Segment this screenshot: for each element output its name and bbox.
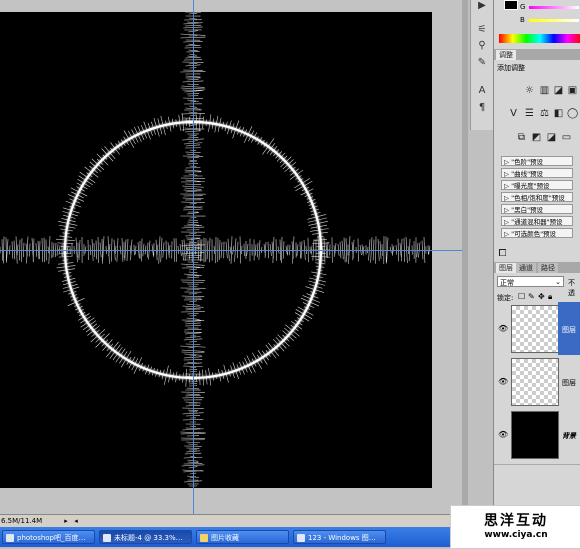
vibrance-icon[interactable]: V	[508, 108, 519, 119]
taskbar-item-photoshop[interactable]: 未标题-4 @ 33.3%…	[99, 530, 192, 544]
layers-panel-header: 图层 通道 路径	[494, 262, 580, 273]
tab-paths[interactable]: 路径	[538, 263, 558, 273]
photoshop-icon	[103, 534, 111, 542]
hue-saturation-icon[interactable]: ☰	[524, 108, 535, 119]
taskbar-item-folder[interactable]: 图片收藏	[196, 530, 289, 544]
eye-icon[interactable]: 👁︎	[498, 377, 508, 386]
status-bar: 6.5M/11.4M ▸ ◂	[0, 514, 462, 528]
taskbar-item-image-viewer[interactable]: 123 - Windows 图…	[293, 530, 386, 544]
g-channel-label: G	[520, 3, 525, 11]
layer-thumbnail	[511, 411, 559, 459]
play-icon[interactable]: ▶	[476, 0, 488, 12]
g-slider[interactable]	[529, 6, 579, 9]
preset-curves[interactable]: ▷ "曲线"预设	[501, 168, 573, 178]
blend-mode-value: 正常	[500, 278, 514, 288]
doc-size-readout: 6.5M/11.4M	[1, 517, 42, 525]
preset-label: "色相/饱和度"预设	[511, 194, 565, 202]
taskbar-item-browser[interactable]: photoshop吧_百度…	[2, 530, 95, 544]
adjustments-panel-header: 调整	[494, 49, 580, 60]
preset-hue-saturation[interactable]: ▷ "色相/饱和度"预设	[501, 192, 573, 202]
preset-label: "通道混和器"预设	[511, 218, 562, 226]
brightness-icon[interactable]: ☼	[524, 85, 535, 96]
watermark-url: www.ciya.cn	[451, 530, 580, 540]
lock-move-icon[interactable]: ✥	[538, 292, 545, 301]
gradient-map-icon[interactable]: ▭	[561, 132, 572, 143]
adjustments-title: 添加调整	[497, 63, 525, 73]
taskbar-item-label: 123 - Windows 图…	[308, 534, 376, 542]
color-balance-icon[interactable]: ⚖	[539, 108, 550, 119]
preset-black-white[interactable]: ▷ "黑白"预设	[501, 204, 573, 214]
ie-icon	[6, 534, 14, 542]
preset-label: "曲线"预设	[511, 170, 543, 178]
character-icon[interactable]: A	[476, 85, 488, 97]
layer-row[interactable]: 👁︎ 背景	[494, 408, 580, 465]
preset-levels[interactable]: ▷ "色阶"预设	[501, 156, 573, 166]
tab-adjustments[interactable]: 调整	[496, 50, 516, 60]
taskbar-item-label: 未标题-4 @ 33.3%…	[114, 534, 183, 542]
lock-transparency-icon[interactable]: ☐	[518, 292, 525, 301]
vertical-scrollbar[interactable]	[462, 0, 468, 514]
vertical-guide[interactable]	[193, 0, 194, 514]
tab-channels[interactable]: 通道	[516, 263, 536, 273]
channel-mixer-icon[interactable]: ⧉	[516, 132, 527, 143]
status-menu-arrow-icon[interactable]: ▸	[62, 517, 70, 525]
blend-mode-select[interactable]: 正常 ⌄	[497, 276, 564, 287]
color-spectrum[interactable]	[499, 34, 580, 43]
eye-icon[interactable]: 👁︎	[498, 324, 508, 333]
b-channel-label: B	[520, 16, 525, 24]
opacity-label: 不透	[568, 278, 580, 298]
lock-all-icon[interactable]: 🔒︎	[548, 292, 552, 302]
preset-channel-mixer[interactable]: ▷ "通道混和器"预设	[501, 216, 573, 226]
tool-panel: ▶ ⚟ ⚲ ✎ A ¶	[470, 0, 494, 130]
color-panel: G B	[494, 0, 580, 46]
photo-filter-icon[interactable]: ◯	[567, 108, 578, 119]
preset-exposure[interactable]: ▷ "曝光度"预设	[501, 180, 573, 190]
layer-name: 图层	[562, 378, 576, 388]
adjust-sliders-icon[interactable]: ⚟	[476, 24, 488, 36]
eye-icon[interactable]: 👁︎	[498, 430, 508, 439]
taskbar-item-label: 图片收藏	[211, 534, 239, 542]
layer-name: 图层	[562, 325, 576, 335]
exposure-icon[interactable]: ▣	[567, 85, 578, 96]
clone-source-icon[interactable]: ⚲	[476, 40, 488, 52]
layer-thumbnail	[511, 305, 559, 353]
layer-row[interactable]: 👁︎ 图层	[494, 302, 580, 359]
document-workspace	[0, 0, 462, 514]
layer-name: 背景	[562, 431, 576, 441]
paragraph-icon[interactable]: ¶	[476, 102, 488, 114]
b-slider[interactable]	[529, 19, 579, 22]
brush-icon[interactable]: ✎	[476, 57, 488, 69]
image-viewer-icon	[297, 534, 305, 542]
levels-icon[interactable]: ▥	[539, 85, 550, 96]
layer-thumbnail	[511, 358, 559, 406]
preset-label: "可选颜色"预设	[511, 230, 556, 238]
black-white-icon[interactable]: ◧	[553, 108, 564, 119]
right-panels: G B 调整 添加调整 ☼ ▥ ◪ ▣ V ☰ ⚖ ◧ ◯ ⧉ ◩ ◪ ▭ ▷ …	[493, 0, 580, 514]
scroll-left-icon[interactable]: ◂	[72, 517, 80, 525]
layer-row[interactable]: 👁︎ 图层	[494, 355, 580, 412]
watermark-logo: 思洋互动 www.ciya.cn	[450, 505, 580, 549]
foreground-swatch[interactable]	[504, 0, 518, 10]
tab-layers[interactable]: 图层	[496, 263, 516, 273]
posterize-icon[interactable]: ◪	[546, 132, 557, 143]
preset-label: "色阶"预设	[511, 158, 543, 166]
watermark-title: 思洋互动	[451, 510, 580, 530]
curves-icon[interactable]: ◪	[553, 85, 564, 96]
chevron-down-icon: ⌄	[555, 278, 561, 286]
clip-layer-icon[interactable]: ⧠	[497, 248, 508, 259]
preset-label: "黑白"预设	[511, 206, 543, 214]
taskbar-item-label: photoshop吧_百度…	[17, 534, 86, 542]
preset-label: "曝光度"预设	[511, 182, 549, 190]
folder-icon	[200, 534, 208, 542]
lock-paint-icon[interactable]: ✎	[528, 292, 535, 301]
invert-icon[interactable]: ◩	[531, 132, 542, 143]
preset-selective-color[interactable]: ▷ "可选颜色"预设	[501, 228, 573, 238]
horizontal-guide[interactable]	[0, 250, 462, 251]
